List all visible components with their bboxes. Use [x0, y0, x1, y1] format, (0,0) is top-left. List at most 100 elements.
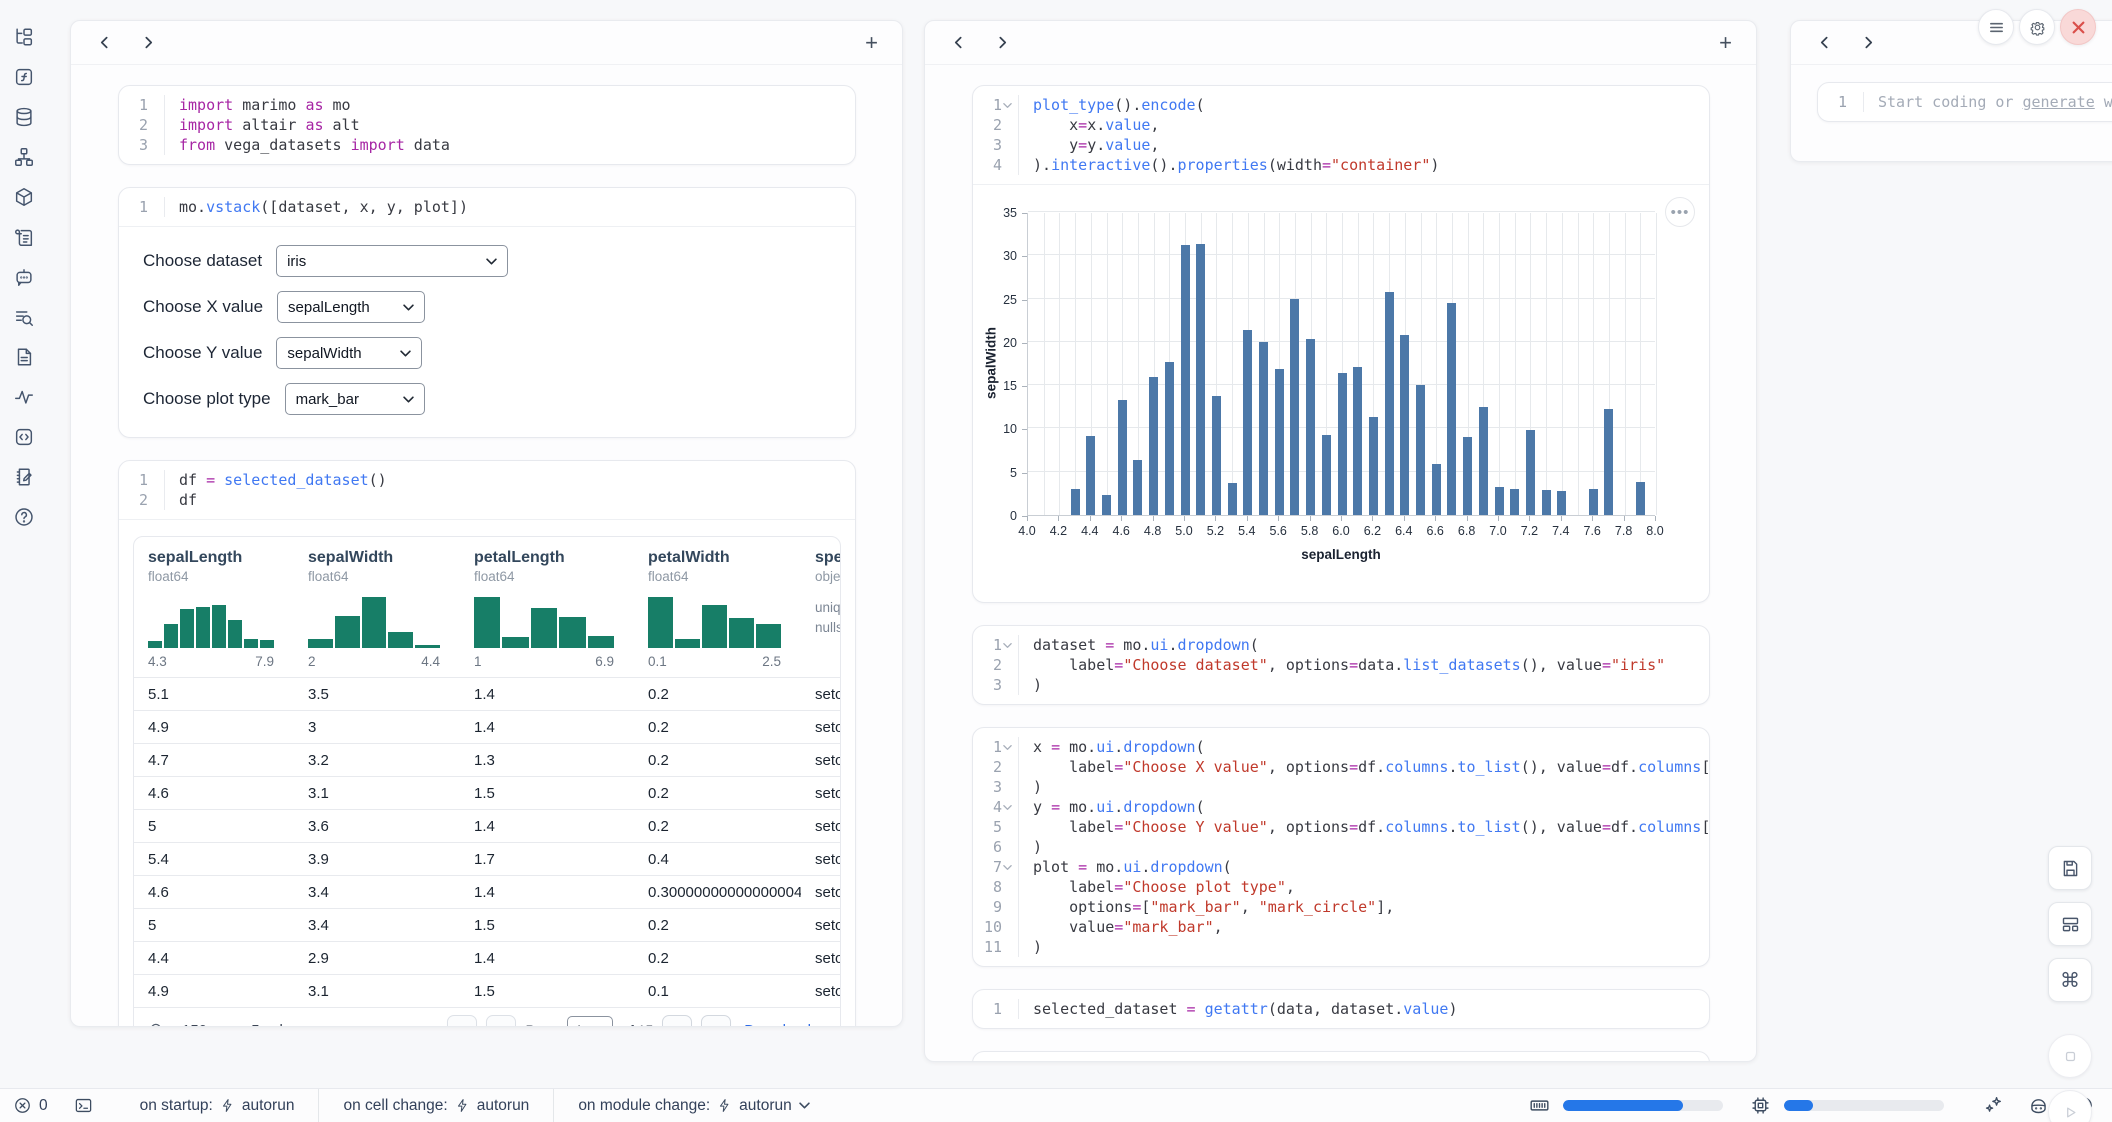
stop-button[interactable] [2048, 1034, 2092, 1078]
runtime-config-on-module-change[interactable]: on module change:autorun [553, 1089, 833, 1122]
close-button[interactable] [2060, 9, 2096, 45]
table-cell: 1.4 [460, 950, 634, 967]
notebook-column-left: + 123import marimo as moimport altair as… [70, 20, 903, 1027]
page-select[interactable]: 1 [567, 1016, 613, 1027]
code-editor[interactable]: 1selected_dataset = getattr(data, datase… [973, 990, 1709, 1028]
help-icon[interactable] [11, 504, 37, 530]
table-cell: 3 [294, 719, 460, 736]
code-editor[interactable]: 1plot_type = getattr(alt.Chart(df), plot… [973, 1052, 1709, 1062]
fold-chevron-icon[interactable] [1003, 100, 1014, 111]
column-header-petalLength[interactable]: petalLengthfloat6416.9 [460, 537, 634, 677]
fold-chevron-icon[interactable] [1003, 802, 1014, 813]
chat-icon[interactable] [11, 264, 37, 290]
dependency-graph-icon[interactable] [11, 144, 37, 170]
dropdown-value: iris [287, 253, 306, 270]
runtime-config-on-startup[interactable]: on startup:autorun [116, 1089, 319, 1122]
layout-view-button[interactable] [2048, 902, 2092, 946]
last-page-button[interactable]: » [701, 1015, 731, 1027]
line-number: 2 [139, 490, 148, 510]
terminal-button[interactable] [61, 1089, 106, 1122]
column-scroll-right-button[interactable] [139, 34, 157, 52]
database-icon[interactable] [11, 104, 37, 130]
column-scroll-right-button[interactable] [1859, 34, 1877, 52]
column-scroll-left-button[interactable] [1815, 34, 1833, 52]
code-editor[interactable]: 123dataset = mo.ui.dropdown( label="Choo… [973, 626, 1709, 704]
dropdown-select[interactable]: mark_bar [285, 383, 425, 415]
functions-icon[interactable] [11, 64, 37, 90]
fold-spacer [1003, 902, 1014, 913]
code-editor[interactable]: 1mo.vstack([dataset, x, y, plot]) [119, 188, 855, 226]
logs-icon[interactable] [11, 304, 37, 330]
column-histogram [148, 594, 274, 648]
keyboard-shortcuts-button[interactable]: ⌘ [2048, 958, 2092, 1002]
column-header-sepalLength[interactable]: sepalLengthfloat644.37.9 [134, 537, 294, 677]
column-scroll-left-button[interactable] [95, 34, 113, 52]
code-editor[interactable]: 1234plot_type().encode( x=x.value, y=y.v… [973, 86, 1709, 184]
prev-page-button[interactable]: ‹ [486, 1015, 516, 1027]
snippets-icon[interactable] [11, 424, 37, 450]
chart-bar [1526, 430, 1535, 515]
runtime-config-on-cell-change[interactable]: on cell change:autorun [318, 1089, 553, 1122]
file-tree-icon[interactable] [11, 24, 37, 50]
code-editor[interactable]: 1234567891011x = mo.ui.dropdown( label="… [973, 728, 1709, 966]
documentation-icon[interactable] [11, 344, 37, 370]
table-cell: setosa [801, 785, 840, 802]
code-line: ).interactive().properties(width="contai… [1033, 155, 1439, 175]
chart-bar [1369, 417, 1378, 515]
fold-spacer [149, 140, 160, 151]
settings-gear-button[interactable] [2019, 9, 2055, 45]
page-total-label: of 15 [622, 1022, 653, 1027]
search-icon[interactable] [148, 1021, 166, 1027]
column-header-petalWidth[interactable]: petalWidthfloat640.12.5 [634, 537, 801, 677]
fold-chevron-icon[interactable] [1003, 862, 1014, 873]
scratchpad-icon[interactable] [11, 464, 37, 490]
tracing-icon[interactable] [11, 384, 37, 410]
add-cell-button[interactable]: + [865, 32, 878, 54]
save-button[interactable] [2048, 846, 2092, 890]
fold-chevron-icon[interactable] [1003, 640, 1014, 651]
generate-with-ai-link[interactable]: generate [2023, 93, 2095, 111]
table-row: 4.73.21.30.2setosa [134, 743, 840, 776]
column-histogram [308, 594, 440, 648]
code-line: ) [1033, 777, 1710, 797]
chart-actions-button[interactable]: ••• [1665, 197, 1695, 227]
column-header-species[interactable]: speciesobjectunique:nulls: [801, 537, 840, 677]
dropdown-select[interactable]: sepalWidth [276, 337, 422, 369]
table-cell: 1.3 [460, 752, 634, 769]
column-header-sepalWidth[interactable]: sepalWidthfloat6424.4 [294, 537, 460, 677]
menu-button[interactable] [1978, 9, 2014, 45]
marimo-notebook-app: + 123import marimo as moimport altair as… [0, 0, 2112, 1122]
column-scroll-left-button[interactable] [949, 34, 967, 52]
download-button[interactable]: Download [744, 1022, 826, 1028]
line-number: 1 [139, 470, 148, 490]
code-line: label="Choose dataset", options=data.lis… [1033, 655, 1665, 675]
add-cell-button[interactable]: + [1719, 32, 1732, 54]
first-page-button[interactable]: « [447, 1015, 477, 1027]
empty-code-cell: 1 Start coding or generate with AI [1817, 82, 2112, 122]
table-cell: 1.4 [460, 884, 634, 901]
run-button[interactable] [2048, 1090, 2092, 1122]
table-cell: setosa [801, 719, 840, 736]
chart-bar [1495, 487, 1504, 515]
next-page-button[interactable]: › [662, 1015, 692, 1027]
line-number: 7 [993, 857, 1002, 877]
code-editor[interactable]: 12df = selected_dataset()df [119, 461, 855, 519]
code-editor[interactable]: 123import marimo as moimport altair as a… [119, 86, 855, 164]
dropdown-row: Choose Y valuesepalWidth [143, 337, 831, 369]
table-cell: 0.4 [634, 851, 801, 868]
packages-icon[interactable] [11, 184, 37, 210]
dropdown-select[interactable]: sepalLength [277, 291, 425, 323]
column-scroll-right-button[interactable] [993, 34, 1011, 52]
script-icon[interactable] [11, 224, 37, 250]
copilot-icon[interactable] [2028, 1095, 2049, 1116]
fold-chevron-icon[interactable] [1003, 742, 1014, 753]
table-cell: 1.5 [460, 917, 634, 934]
dropdown-select[interactable]: iris [276, 245, 508, 277]
chart-plot-area[interactable] [1027, 213, 1655, 516]
ai-sparkles-icon[interactable] [1983, 1095, 2004, 1116]
code-line: df [179, 490, 387, 510]
altair-chart-output: sepalWidth051015202530354.04.24.44.64.85… [973, 184, 1709, 602]
dropdown-controls-output: Choose datasetirisChoose X valuesepalLen… [119, 226, 855, 437]
code-editor[interactable]: 1 Start coding or generate with AI [1818, 83, 2112, 121]
error-count-indicator[interactable]: 0 [0, 1089, 61, 1122]
